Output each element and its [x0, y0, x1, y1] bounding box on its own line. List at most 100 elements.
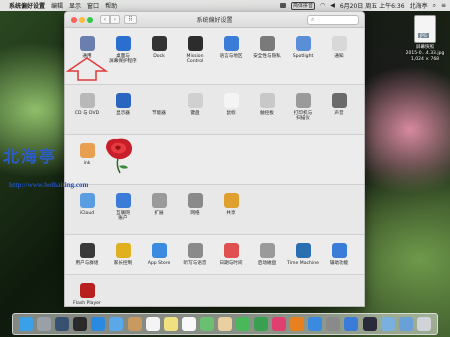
trackpad-icon: [259, 93, 275, 108]
pane-desktop[interactable]: 桌面与 屏幕保护程序: [105, 36, 141, 65]
downloads-icon[interactable]: [398, 317, 413, 331]
reminders-icon[interactable]: [181, 317, 196, 331]
input-method-indicator[interactable]: 简体拼音: [290, 1, 315, 10]
title-bar[interactable]: ‹ › ⠿ 系统偏好设置 ⌕: [65, 12, 364, 28]
pane-microphone[interactable]: 听写与语音: [177, 243, 213, 266]
pane-label: 节能器: [152, 111, 166, 116]
clock-text[interactable]: 6月20日 周五 上午6:36: [340, 1, 405, 10]
desktop-icon: [115, 36, 131, 51]
desktop-file[interactable]: JPG 屏幕快照 2015-0...4.33.jpg 1,024 × 768: [401, 15, 449, 63]
pane-label: 触控板: [260, 111, 274, 116]
pane-file[interactable]: 通用: [69, 36, 105, 59]
watermark-text: 北海亭: [3, 147, 58, 166]
search-input[interactable]: [319, 17, 355, 23]
annotation-arrow-icon: [66, 57, 108, 81]
pane-label: 键盘: [190, 111, 200, 116]
volume-icon[interactable]: ◀: [330, 2, 335, 9]
pane-parental[interactable]: 家长控制: [105, 243, 141, 266]
pane-users[interactable]: 用户与群组: [69, 243, 105, 266]
menu-view[interactable]: 显示: [69, 1, 81, 10]
pane-speaker[interactable]: 声音: [321, 93, 357, 116]
pane-notifications[interactable]: 通知: [321, 36, 357, 59]
pane-label: Dock: [153, 54, 165, 59]
user-name[interactable]: 北海亭: [410, 1, 428, 10]
pane-mouse[interactable]: 鼠标: [213, 93, 249, 116]
internet-section: iCloud 互联网 账户 扩展 网络 共享: [65, 184, 364, 234]
quicktime-icon[interactable]: [362, 317, 377, 331]
rose-icon: [106, 138, 133, 174]
system-preferences-icon[interactable]: [326, 317, 341, 331]
messages-icon[interactable]: [235, 317, 250, 331]
menu-edit[interactable]: 编辑: [51, 1, 63, 10]
menu-extras: 简体拼音 ◠ ◀ 6月20日 周五 上午6:36 北海亭 ⌕ ≡: [279, 0, 446, 11]
contacts-icon[interactable]: [127, 317, 142, 331]
mission-control-icon[interactable]: [55, 317, 70, 331]
calendar-icon[interactable]: [145, 317, 160, 331]
search-field[interactable]: ⌕: [307, 15, 359, 25]
watermark-url: http://www.beihaiting.com: [9, 181, 89, 189]
spotlight-search-icon[interactable]: ⌕: [433, 2, 436, 10]
pane-accessibility[interactable]: 辅助功能: [321, 243, 357, 266]
pane-flag[interactable]: 语言与地区: [213, 36, 249, 59]
pane-label: 扩展: [154, 211, 164, 216]
search-icon: ⌕: [311, 16, 315, 23]
pane-at[interactable]: 互联网 账户: [105, 193, 141, 222]
pane-label: 家长控制: [113, 261, 133, 266]
screen-mirror-icon[interactable]: [279, 3, 286, 8]
pane-flash[interactable]: Flash Player: [69, 283, 105, 306]
notification-center-icon[interactable]: ≡: [441, 2, 446, 9]
pane-keyboard[interactable]: 键盘: [177, 93, 213, 116]
pane-printer[interactable]: 打印机与 扫描仪: [285, 93, 321, 122]
app-store-icon[interactable]: [308, 317, 323, 331]
pane-icloud[interactable]: iCloud: [69, 193, 105, 216]
menu-app-name[interactable]: 系统偏好设置: [9, 1, 45, 10]
keynote-icon[interactable]: [344, 317, 359, 331]
display-icon: [115, 93, 131, 108]
globe-icon: [187, 193, 203, 208]
safari-icon[interactable]: [91, 317, 106, 331]
itunes-icon[interactable]: [272, 317, 287, 331]
finder-icon[interactable]: [19, 317, 34, 331]
pane-label: ink: [83, 161, 91, 166]
pane-globe[interactable]: 网络: [177, 193, 213, 216]
time-machine-icon: [295, 243, 311, 258]
pane-time-machine[interactable]: Time Machine: [285, 243, 321, 266]
pane-puzzle[interactable]: 扩展: [141, 193, 177, 216]
menu-help[interactable]: 帮助: [105, 1, 117, 10]
ibooks-icon[interactable]: [290, 317, 305, 331]
launchpad-icon[interactable]: [37, 317, 52, 331]
photos-icon[interactable]: [217, 317, 232, 331]
pane-disk[interactable]: 启动磁盘: [249, 243, 285, 266]
speaker-icon: [331, 93, 347, 108]
pane-dock[interactable]: Dock: [141, 36, 177, 59]
ink-icon: [79, 143, 95, 158]
notes-icon[interactable]: [163, 317, 178, 331]
pane-house-lock[interactable]: 安全性与隐私: [249, 36, 285, 59]
pane-display[interactable]: 显示器: [105, 93, 141, 116]
spotlight-icon: [295, 36, 311, 51]
pane-spotlight[interactable]: Spotlight: [285, 36, 321, 59]
pane-appstore[interactable]: App Store: [141, 243, 177, 266]
pane-mission-control[interactable]: Mission Control: [177, 36, 213, 65]
dashboard-icon[interactable]: [73, 317, 88, 331]
pane-trackpad[interactable]: 触控板: [249, 93, 285, 116]
accessibility-icon: [331, 243, 347, 258]
pane-sharing[interactable]: 共享: [213, 193, 249, 216]
wifi-icon[interactable]: ◠: [320, 2, 325, 9]
pane-cd[interactable]: CD 与 DVD: [69, 93, 105, 116]
pane-label: Time Machine: [287, 261, 319, 266]
pane-ink[interactable]: ink: [69, 143, 105, 166]
folder-icon[interactable]: [380, 317, 395, 331]
pane-bulb[interactable]: 节能器: [141, 93, 177, 116]
maps-icon[interactable]: [199, 317, 214, 331]
menu-window[interactable]: 窗口: [87, 1, 99, 10]
pane-label: 声音: [334, 111, 344, 116]
pane-label: 打印机与 扫描仪: [293, 111, 313, 122]
menu-bar: 系统偏好设置 编辑 显示 窗口 帮助 简体拼音 ◠ ◀ 6月20日 周五 上午6…: [0, 0, 450, 11]
pane-label: 网络: [190, 211, 200, 216]
facetime-icon[interactable]: [254, 317, 269, 331]
pane-clock[interactable]: 日期与时间: [213, 243, 249, 266]
mail-icon[interactable]: [109, 317, 124, 331]
trash-icon[interactable]: [416, 317, 431, 331]
pane-label: 听写与语音: [183, 261, 207, 266]
